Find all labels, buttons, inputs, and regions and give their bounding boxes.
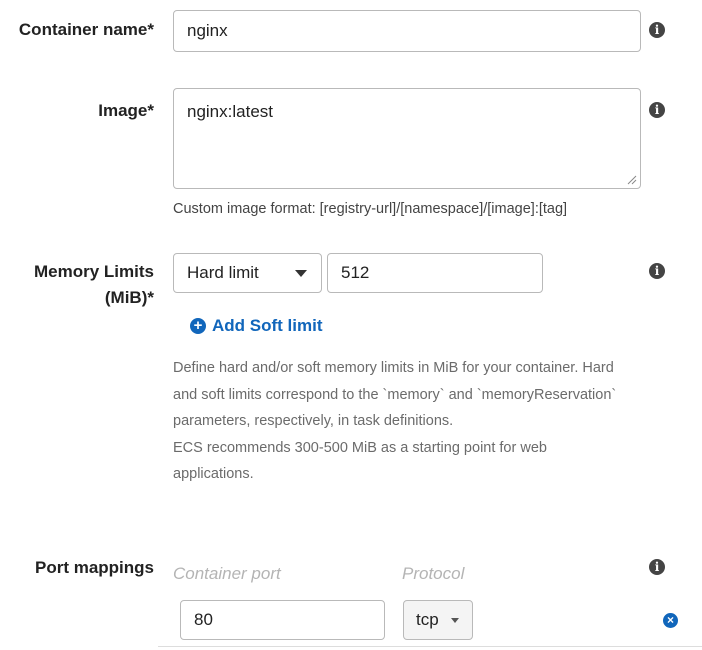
container-port-header: Container port: [173, 564, 281, 583]
row-divider: [158, 646, 702, 647]
protocol-value: tcp: [416, 610, 439, 629]
plus-circle-icon: +: [190, 318, 206, 334]
container-name-input[interactable]: [173, 10, 641, 52]
remove-icon[interactable]: ×: [663, 613, 678, 628]
limit-type-select[interactable]: Hard limit: [173, 253, 322, 293]
info-icon[interactable]: i: [649, 559, 665, 575]
help-line: Define hard and/or soft memory limits in…: [173, 360, 614, 376]
image-textarea[interactable]: nginx:latest: [173, 88, 641, 189]
add-soft-limit-label: Add Soft limit: [212, 316, 323, 335]
port-mappings-label: Port mappings: [34, 558, 154, 577]
info-icon[interactable]: i: [649, 22, 665, 38]
info-icon[interactable]: i: [649, 263, 665, 279]
image-format-hint: Custom image format: [registry-url]/[nam…: [173, 201, 568, 217]
resize-grip-icon[interactable]: [627, 175, 637, 185]
memory-limits-label-line1: Memory Limits: [34, 262, 154, 281]
image-value: nginx:latest: [187, 102, 273, 121]
add-soft-limit-link[interactable]: + Add Soft limit: [190, 316, 322, 338]
help-line: applications.: [173, 466, 254, 482]
chevron-down-icon: [451, 618, 459, 623]
container-port-input[interactable]: [180, 600, 385, 640]
help-line: and soft limits correspond to the `memor…: [173, 386, 617, 403]
info-icon[interactable]: i: [649, 102, 665, 118]
help-line: ECS recommends 300-500 MiB as a starting…: [173, 439, 547, 456]
memory-limit-input[interactable]: [327, 253, 543, 293]
image-label: Image*: [98, 101, 154, 120]
help-line: parameters, respectively, in task defini…: [173, 413, 454, 429]
limit-type-value: Hard limit: [187, 263, 259, 282]
protocol-header: Protocol: [402, 564, 465, 583]
container-name-label: Container name*: [18, 20, 154, 39]
memory-limits-label-line2: (MiB)*: [104, 288, 154, 307]
chevron-down-icon: [295, 270, 307, 277]
memory-limits-label: Memory Limits (MiB)*: [34, 259, 154, 311]
protocol-select[interactable]: tcp: [403, 600, 473, 640]
memory-help-text: Define hard and/or soft memory limits in…: [173, 355, 643, 488]
